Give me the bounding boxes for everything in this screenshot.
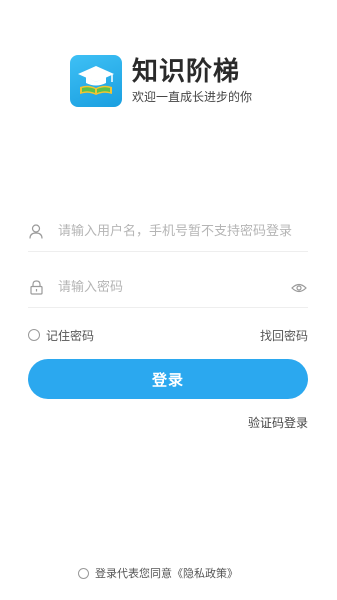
- app-logo: [70, 55, 122, 107]
- privacy-policy-link[interactable]: 《隐私政策》: [172, 565, 238, 581]
- password-input[interactable]: [58, 280, 290, 295]
- username-input[interactable]: [58, 224, 308, 239]
- password-field: [28, 268, 308, 308]
- sms-login-link[interactable]: 验证码登录: [248, 414, 308, 431]
- app-slogan: 欢迎一直成长进步的你: [132, 90, 253, 104]
- user-icon: [28, 224, 44, 240]
- brand-header: 知识阶梯 欢迎一直成长进步的你: [70, 55, 252, 107]
- lock-icon: [28, 280, 44, 296]
- username-field: [28, 212, 308, 252]
- remember-label: 记住密码: [46, 328, 95, 343]
- app-name: 知识阶梯: [132, 57, 241, 87]
- remember-password-checkbox[interactable]: 记住密码: [28, 327, 94, 344]
- login-button[interactable]: 登录: [28, 359, 308, 399]
- agree-text: 登录代表您同意: [95, 567, 172, 580]
- agree-radio-icon[interactable]: [78, 567, 89, 579]
- graduation-cap-book-icon: [78, 66, 114, 95]
- remember-radio-icon[interactable]: [28, 329, 40, 341]
- remember-row: 记住密码 找回密码: [28, 326, 308, 344]
- forgot-password-link[interactable]: 找回密码: [260, 327, 308, 344]
- eye-icon[interactable]: [290, 280, 308, 296]
- privacy-agreement: 登录代表您同意 《隐私政策》: [78, 565, 238, 581]
